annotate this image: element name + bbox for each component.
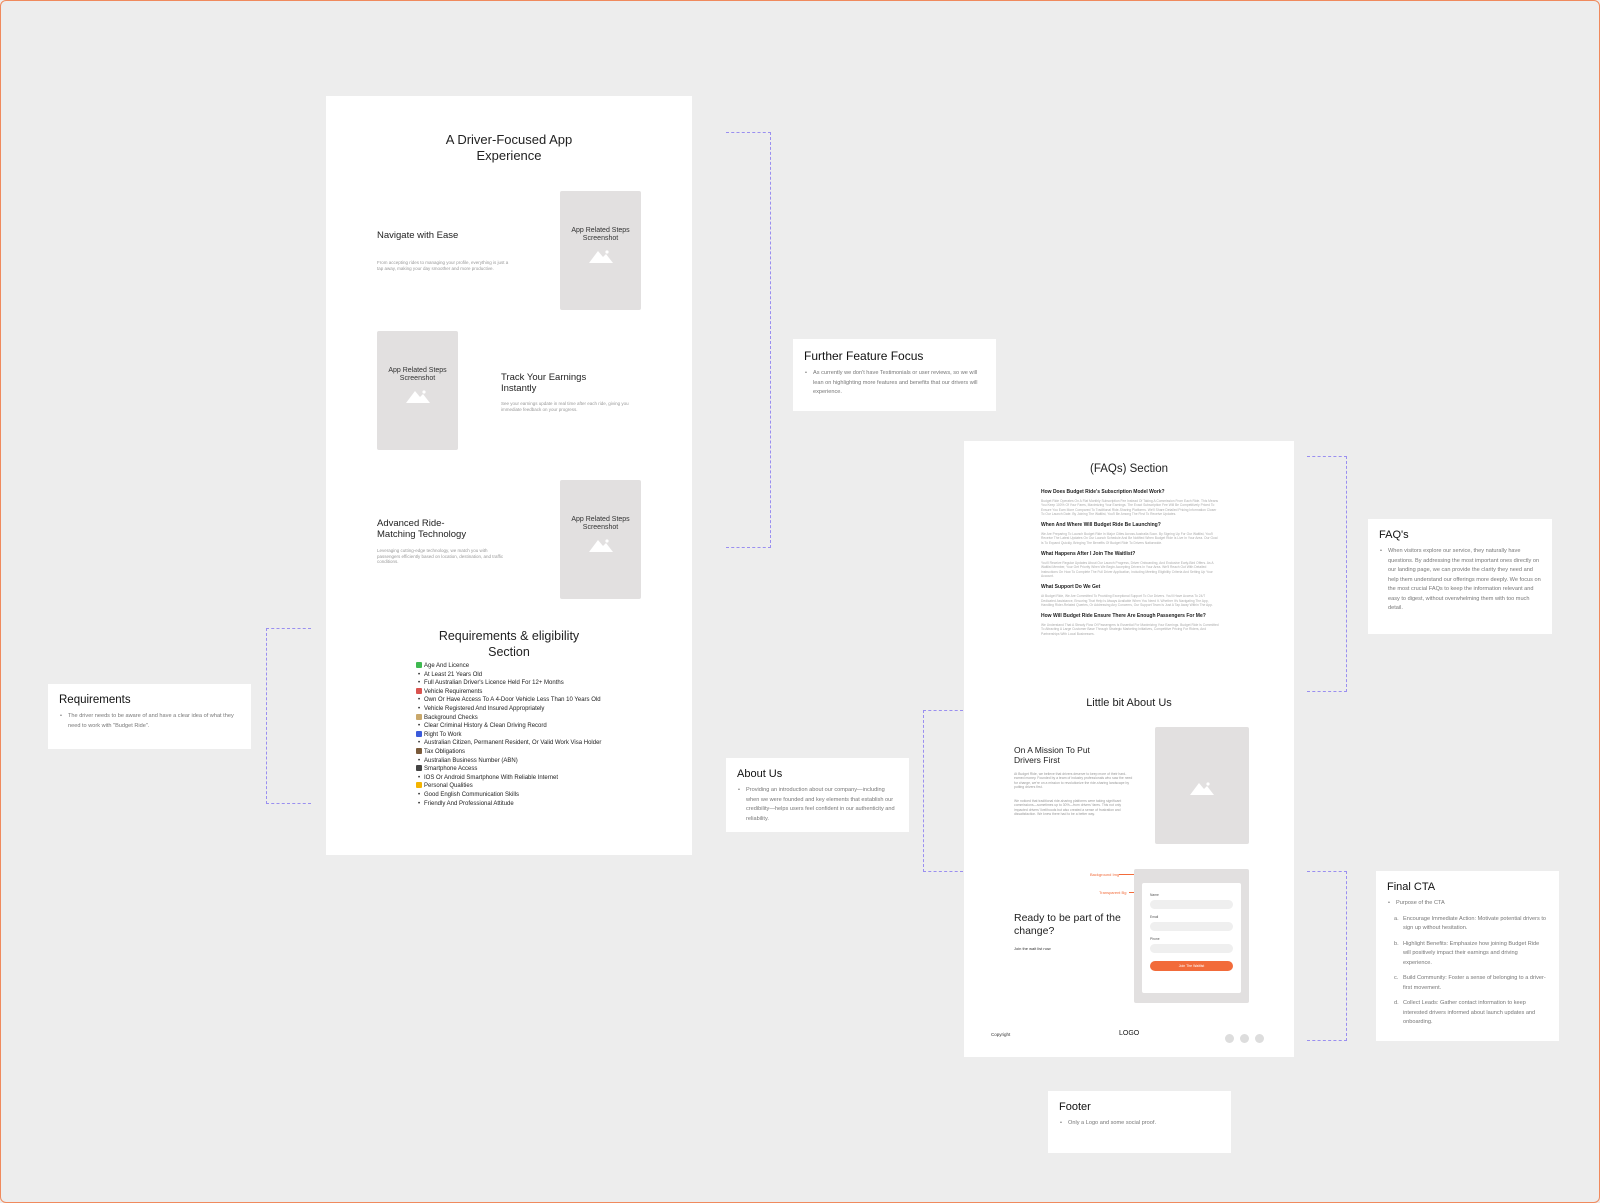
- faq-answer: At Budget Ride, We Are Committed To Prov…: [1041, 594, 1213, 607]
- image-icon: [588, 250, 613, 263]
- requirement-category: Age And Licence: [416, 662, 676, 671]
- about-image-placeholder: [1155, 727, 1249, 844]
- right-wireframe-page: (FAQs) Section How Does Budget Ride's Su…: [964, 441, 1294, 1057]
- requirement-category: Right To Work: [416, 730, 676, 740]
- faq-item[interactable]: How Will Budget Ride Ensure There Are En…: [1041, 613, 1219, 636]
- requirement-item: At Least 21 Years Old: [416, 671, 676, 680]
- email-field[interactable]: [1150, 922, 1233, 931]
- footer-copyright: Copyright: [991, 1032, 1011, 1037]
- cta-purpose-point: a. Encourage Immediate Action: Motivate p…: [1394, 915, 1547, 932]
- footer-social-icons: [1219, 1030, 1264, 1048]
- requirement-category: Tax Obligations: [416, 747, 676, 757]
- category-emoji-icon: [416, 687, 422, 694]
- mission-paragraph-2: We noticed that traditional ride-sharing…: [1014, 799, 1122, 816]
- social-icon[interactable]: [1240, 1034, 1249, 1043]
- faq-question: When And Where Will Budget Ride Be Launc…: [1041, 522, 1161, 529]
- faq-question: How Does Budget Ride's Subscription Mode…: [1041, 489, 1165, 495]
- category-emoji-icon: [416, 747, 422, 754]
- footer-logo: LOGO: [1119, 1030, 1140, 1037]
- feature-desc-3: Leveraging cutting-edge technology, we m…: [377, 548, 504, 564]
- requirement-item: Full Australian Driver's Licence Held Fo…: [416, 679, 676, 688]
- requirements-connector: [266, 628, 311, 804]
- footer-note: Footer Only a Logo and some social proof…: [1048, 1091, 1231, 1153]
- requirement-item: Australian Citizen, Permanent Resident, …: [416, 739, 676, 748]
- category-emoji-icon: [416, 662, 422, 668]
- about-us-note: About Us Providing an introduction about…: [726, 758, 909, 832]
- feature-title-3: Advanced Ride-Matching Technology: [377, 518, 467, 540]
- name-field[interactable]: [1150, 900, 1233, 909]
- cta-purpose-point: d. Collect Leads: Gather contact informat…: [1394, 1000, 1536, 1025]
- mission-paragraph-1: At Budget Ride, we believe that drivers …: [1014, 772, 1133, 789]
- feature-desc-1: From accepting rides to managing your pr…: [377, 260, 509, 271]
- image-icon: [588, 539, 613, 552]
- requirements-section-title: Requirements & eligibility Section: [438, 629, 580, 659]
- image-icon: [1190, 782, 1214, 795]
- cta-title: Ready to be part of the change?: [1014, 912, 1121, 937]
- cta-purpose-point: b. Highlight Benefits: Emphasize how join…: [1394, 940, 1540, 966]
- requirement-category: Vehicle Requirements: [416, 687, 676, 697]
- faqs-note: FAQ's When visitors explore our service,…: [1368, 519, 1552, 634]
- bg-img-annotation: Background Img: [1090, 872, 1120, 877]
- social-icon[interactable]: [1255, 1034, 1264, 1043]
- faq-connector: [1307, 456, 1347, 692]
- requirement-item: Australian Business Number (ABN): [416, 757, 676, 766]
- requirement-category: Smartphone Access: [416, 765, 676, 774]
- requirement-item: IOS Or Android Smartphone With Reliable …: [416, 774, 676, 783]
- faq-question: What Support Do We Get: [1041, 584, 1101, 591]
- canvas-frame: [0, 0, 1600, 1203]
- faq-question: What Happens After I Join The Waitlist?: [1041, 551, 1136, 558]
- faq-answer: We Are Preparing To Launch Budget Ride I…: [1041, 532, 1218, 545]
- faq-section-title: (FAQs) Section: [1090, 463, 1168, 475]
- cta-form-card: Name Email Phone Join The Waitlist: [1142, 883, 1241, 993]
- left-wireframe-page: A Driver-Focused App Experience Navigate…: [326, 96, 692, 855]
- further-feature-note: Further Feature Focus As currently we do…: [793, 339, 996, 411]
- requirement-item: Own Or Have Access To A 4-Door Vehicle L…: [416, 696, 676, 705]
- join-waitlist-button[interactable]: Join The Waitlist: [1150, 961, 1233, 971]
- about-connector: [923, 710, 963, 872]
- category-emoji-icon: [416, 730, 422, 737]
- further-feature-connector: [726, 132, 771, 548]
- cta-form-background: Name Email Phone Join The Waitlist: [1134, 869, 1249, 1003]
- feature-title-2: Track Your Earnings Instantly: [501, 372, 587, 394]
- requirement-category: Personal Qualities: [416, 782, 676, 791]
- cta-purpose-point: c. Build Community: Foster a sense of bel…: [1394, 975, 1546, 991]
- requirement-category: Background Checks: [416, 713, 676, 723]
- app-screenshot-placeholder-1: App Related Steps Screenshot: [560, 191, 641, 310]
- feature-desc-2: See your earnings update in real time af…: [501, 401, 629, 412]
- requirement-item: Clear Criminal History & Clean Driving R…: [416, 722, 676, 731]
- bg-img-annotation-line: [1119, 874, 1135, 875]
- faq-question: How Will Budget Ride Ensure There Are En…: [1041, 613, 1206, 620]
- faq-item[interactable]: When And Where Will Budget Ride Be Launc…: [1041, 522, 1219, 545]
- category-emoji-icon: [416, 713, 422, 720]
- requirement-item: Good English Communication Skills: [416, 791, 676, 800]
- requirement-item: Vehicle Registered And Insured Appropria…: [416, 705, 676, 714]
- app-screenshot-placeholder-3: App Related Steps Screenshot: [560, 480, 641, 599]
- category-emoji-icon: [416, 765, 422, 772]
- social-icon[interactable]: [1225, 1034, 1234, 1043]
- faq-item[interactable]: What Happens After I Join The Waitlist? Y…: [1041, 551, 1219, 578]
- faq-item[interactable]: What Support Do We Get At Budget Ride, We…: [1041, 584, 1219, 607]
- about-section-title: Little bit About Us: [1086, 697, 1172, 709]
- requirements-note: Requirements The driver needs to be awar…: [48, 684, 251, 749]
- faq-answer: We Understand That A Steady Flow Of Pass…: [1041, 623, 1219, 636]
- transparent-bg-annotation: Transparent Bg: [1099, 890, 1127, 895]
- phone-field[interactable]: [1150, 944, 1233, 953]
- faq-list: How Does Budget Ride's Subscription Mode…: [1041, 489, 1219, 642]
- app-screenshot-placeholder-2: App Related Steps Screenshot: [377, 331, 458, 450]
- faq-answer: You'll Receive Regular Updates About Our…: [1041, 561, 1214, 578]
- app-experience-title: A Driver-Focused App Experience: [445, 132, 573, 163]
- faq-answer: Budget Ride Operates On A Flat Monthly S…: [1041, 499, 1219, 516]
- final-cta-note: Final CTA Purpose of the CTA a.Encourage…: [1376, 871, 1559, 1041]
- final-cta-connector: [1307, 871, 1347, 1041]
- faq-item[interactable]: How Does Budget Ride's Subscription Mode…: [1041, 489, 1219, 516]
- requirement-item: Friendly And Professional Attitude: [416, 800, 676, 809]
- category-emoji-icon: [416, 782, 422, 789]
- image-icon: [405, 390, 430, 403]
- cta-subtitle: Join the wait list now: [1014, 946, 1051, 951]
- feature-title-1: Navigate with Ease: [377, 230, 459, 241]
- mission-title: On A Mission To Put Drivers First: [1014, 745, 1090, 765]
- requirements-list: Age And LicenceAt Least 21 Years OldFull…: [416, 662, 676, 808]
